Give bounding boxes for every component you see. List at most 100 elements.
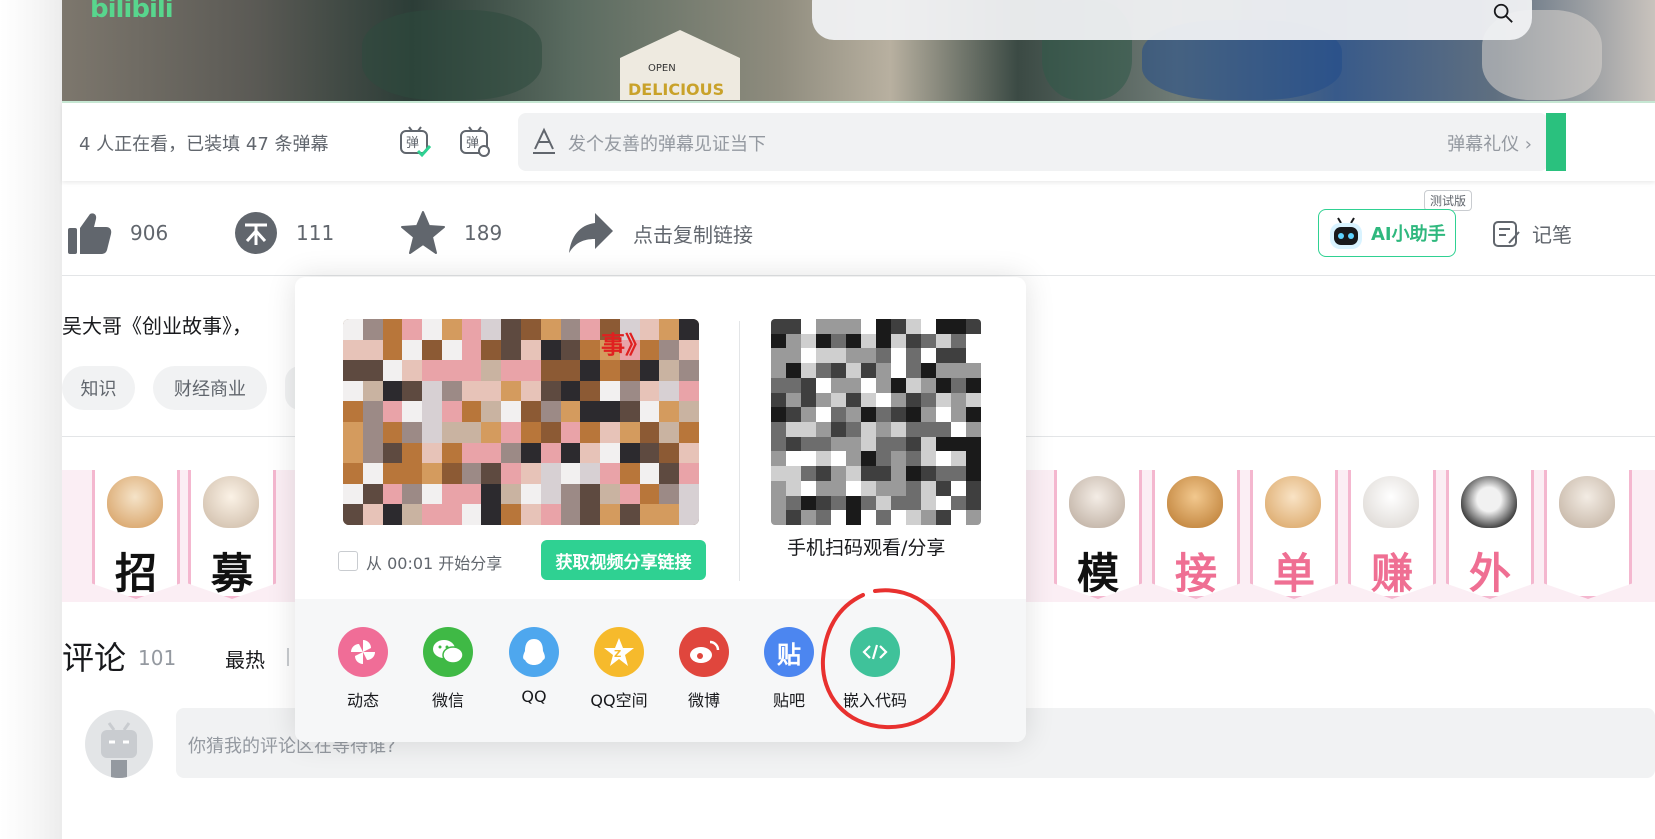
mosaic-cell [771, 319, 786, 334]
robot-icon [1330, 217, 1362, 249]
mosaic-cell [846, 392, 861, 408]
mosaic-cell [966, 319, 981, 334]
mosaic-cell [362, 504, 383, 525]
mosaic-cell [921, 392, 936, 408]
mosaic-cell [441, 319, 462, 340]
mosaic-cell [600, 360, 620, 381]
mosaic-cell [891, 510, 906, 525]
share-target-wechat[interactable]: 微信 [408, 627, 488, 711]
danmaku-settings-icon[interactable]: 弹 [458, 125, 492, 159]
mosaic-cell [876, 510, 891, 525]
get-share-link-button[interactable]: 获取视频分享链接 [541, 540, 706, 580]
bilibili-logo[interactable]: bilibili [90, 0, 174, 24]
mosaic-cell [951, 495, 966, 511]
search-icon[interactable] [1492, 2, 1514, 24]
mosaic-cell [501, 463, 521, 484]
danmaku-etiquette-link[interactable]: 弹幕礼仪 › [1447, 130, 1532, 156]
share-target-dynamic[interactable]: 动态 [323, 627, 403, 711]
mosaic-cell [382, 463, 403, 484]
mosaic-cell [659, 442, 680, 464]
like-button[interactable]: 906 [66, 208, 168, 258]
mosaic-cell [906, 451, 921, 467]
mosaic-cell [951, 363, 966, 378]
mosaic-cell [402, 380, 423, 402]
mosaic-cell [540, 401, 561, 422]
mosaic-cell [831, 422, 846, 437]
mosaic-cell [659, 401, 680, 422]
thumbnail-title: 事》 [601, 331, 649, 359]
share-button[interactable]: 点击复制链接 [567, 208, 753, 258]
mosaic-cell [521, 401, 541, 422]
mosaic-cell [619, 463, 640, 484]
mosaic-cell [560, 463, 581, 484]
mosaic-cell [659, 380, 680, 402]
mosaic-cell [966, 451, 981, 467]
mosaic-cell [560, 483, 581, 505]
avatar[interactable] [85, 710, 153, 778]
danmaku-bar: 4 人正在看，已装填 47 条弹幕 弹 弹 发个友善的弹幕见证当下 弹幕礼仪 › [62, 103, 1655, 181]
mosaic-cell [861, 436, 876, 452]
mosaic-cell [786, 363, 801, 378]
coin-button[interactable]: 111 [234, 208, 334, 258]
mosaic-cell [501, 504, 521, 525]
mosaic-cell [846, 495, 861, 511]
danmaku-send-button[interactable] [1546, 113, 1566, 171]
mosaic-cell [891, 451, 906, 467]
mosaic-cell [861, 319, 876, 334]
mosaic-cell [891, 319, 906, 334]
mosaic-cell [521, 442, 541, 464]
notes-button[interactable]: 记笔 [1492, 218, 1572, 248]
banner-scroll-card [1544, 470, 1632, 599]
mosaic-cell [876, 392, 891, 408]
mosaic-cell [906, 480, 921, 496]
mosaic-cell [771, 333, 786, 349]
mosaic-cell [966, 436, 981, 452]
mosaic-cell [861, 407, 876, 422]
mosaic-cell [876, 480, 891, 496]
favorite-button[interactable]: 189 [400, 208, 502, 258]
start-time-checkbox[interactable] [338, 551, 358, 571]
mosaic-cell [816, 495, 831, 511]
mosaic-cell [906, 495, 921, 511]
mosaic-cell [461, 463, 482, 484]
mosaic-cell [679, 463, 699, 484]
mosaic-cell [481, 339, 502, 361]
tag-knowledge[interactable]: 知识 [62, 366, 135, 410]
sort-hot-tab[interactable]: 最热 [225, 644, 265, 673]
mosaic-cell [580, 483, 601, 505]
mosaic-cell [831, 510, 846, 525]
share-target-weibo[interactable]: 微博 [664, 627, 744, 711]
search-input[interactable] [812, 0, 1532, 40]
mosaic-cell [402, 360, 423, 381]
mosaic-cell [343, 504, 363, 525]
share-target-qzone[interactable]: Z QQ空间 [579, 627, 659, 711]
mosaic-cell [786, 392, 801, 408]
danmaku-style-icon[interactable] [532, 127, 556, 155]
mosaic-cell [951, 407, 966, 422]
mosaic-cell [801, 407, 816, 422]
mosaic-cell [402, 422, 423, 443]
mosaic-cell [831, 319, 846, 334]
share-target-qq[interactable]: QQ [494, 627, 574, 706]
tag-finance[interactable]: 财经商业 [153, 366, 267, 410]
mosaic-cell [876, 333, 891, 349]
mosaic-cell [951, 466, 966, 481]
banner-char: 赚 [1370, 549, 1413, 598]
danmaku-placeholder: 发个友善的弹幕见证当下 [568, 134, 766, 155]
ai-assistant-button[interactable]: AI小助手 [1318, 209, 1456, 257]
mosaic-cell [891, 436, 906, 452]
mosaic-cell [861, 333, 876, 349]
mosaic-cell [600, 504, 620, 525]
mosaic-cell [816, 392, 831, 408]
danmaku-input[interactable]: 发个友善的弹幕见证当下 弹幕礼仪 › [518, 113, 1548, 171]
mosaic-cell [481, 380, 502, 402]
mosaic-cell [422, 483, 442, 505]
mosaic-cell [679, 380, 699, 402]
mosaic-cell [580, 339, 601, 361]
mosaic-cell [801, 451, 816, 467]
mosaic-cell [343, 401, 363, 422]
mosaic-cell [951, 319, 966, 334]
mosaic-cell [921, 451, 936, 467]
mosaic-cell [846, 466, 861, 481]
danmaku-on-icon[interactable]: 弹 [398, 125, 432, 159]
